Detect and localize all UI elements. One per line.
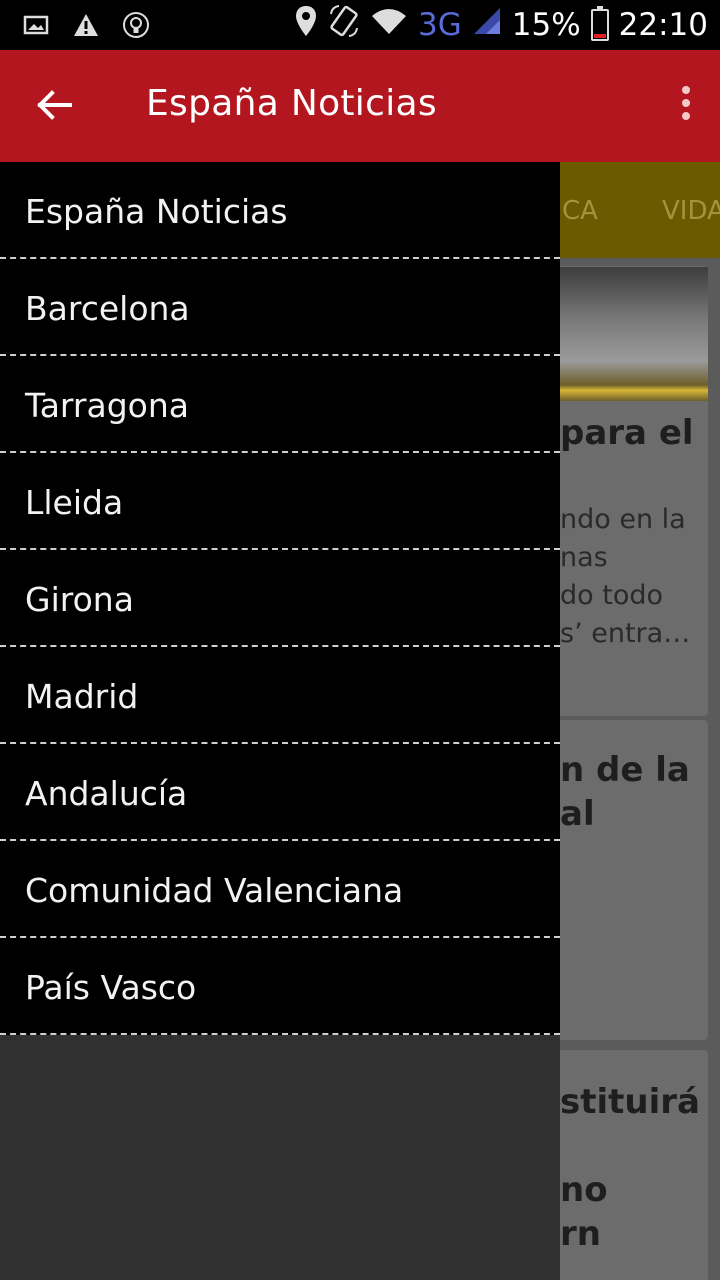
drawer-list: España Noticias Barcelona Tarragona Llei… <box>0 162 560 1035</box>
app-bar: España Noticias <box>0 50 720 162</box>
app-title: España Noticias <box>146 83 437 124</box>
news-excerpt-line: s’ entra… <box>560 618 691 649</box>
drawer-item-barcelona[interactable]: Barcelona <box>0 259 560 356</box>
network-type: 3G <box>418 7 462 43</box>
battery-icon <box>590 6 609 41</box>
lightbulb-icon <box>122 11 150 39</box>
tab-politica[interactable]: CA <box>562 196 598 226</box>
drawer-item-madrid[interactable]: Madrid <box>0 647 560 744</box>
image-icon <box>22 11 50 39</box>
wifi-icon <box>370 6 408 44</box>
news-title-line: no <box>560 1170 608 1210</box>
news-title-line: n de la <box>560 750 690 790</box>
drawer-item-andalucia[interactable]: Andalucía <box>0 744 560 841</box>
news-title-line: rn <box>560 1214 601 1254</box>
status-bar: 3G 15% 22:10 <box>0 0 720 50</box>
news-excerpt-line: ndo en la <box>560 504 686 535</box>
drawer-item-girona[interactable]: Girona <box>0 550 560 647</box>
news-excerpt-line: do todo <box>560 580 664 611</box>
news-title: para el <box>560 413 694 453</box>
notification-icons <box>22 8 150 42</box>
warning-icon <box>72 11 100 39</box>
navigation-drawer: España Noticias Barcelona Tarragona Llei… <box>0 162 560 1280</box>
drawer-item-comunidad-valenciana[interactable]: Comunidad Valenciana <box>0 841 560 938</box>
drawer-item-lleida[interactable]: Lleida <box>0 453 560 550</box>
rotate-icon <box>328 4 360 46</box>
drawer-item-tarragona[interactable]: Tarragona <box>0 356 560 453</box>
clock: 22:10 <box>618 7 708 43</box>
news-image <box>558 267 708 401</box>
tab-vida[interactable]: VIDA <box>662 196 720 226</box>
signal-icon <box>472 6 502 44</box>
system-indicators: 3G 15% 22:10 <box>294 4 708 46</box>
overflow-menu-icon[interactable] <box>676 86 696 126</box>
back-arrow-icon[interactable] <box>30 80 80 130</box>
location-icon <box>294 4 318 46</box>
battery-percent: 15% <box>511 7 581 43</box>
drawer-item-pais-vasco[interactable]: País Vasco <box>0 938 560 1035</box>
news-title-line: al <box>560 794 595 834</box>
news-excerpt-line: nas <box>560 542 608 573</box>
news-title-line: stituirá <box>560 1082 700 1122</box>
drawer-item-espana-noticias[interactable]: España Noticias <box>0 162 560 259</box>
